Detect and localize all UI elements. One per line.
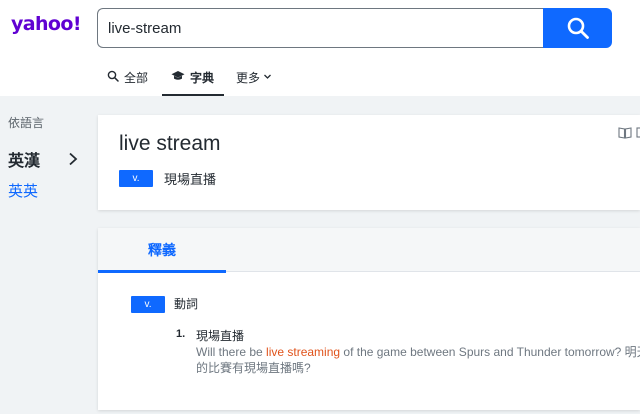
sidebar-item-english-english[interactable]: 英英	[8, 180, 38, 201]
search-tabs: 全部 字典 更多	[98, 60, 284, 96]
pos-label: 動詞	[174, 297, 199, 311]
search-input[interactable]	[98, 9, 543, 47]
copy-icon[interactable]	[636, 126, 640, 139]
sense-number: 1.	[176, 328, 186, 340]
search-box[interactable]	[97, 8, 543, 48]
example-text-after: of the game between Spurs and Thunder to…	[340, 345, 640, 359]
tab-more[interactable]: 更多	[224, 60, 284, 96]
book-icon[interactable]	[618, 126, 632, 139]
search-icon	[107, 69, 119, 83]
chevron-down-icon	[263, 69, 272, 83]
short-definition: 現場直播	[164, 172, 217, 187]
example-english: Will there be live streaming of the game…	[196, 344, 640, 360]
yahoo-logo[interactable]: yahoo!	[11, 13, 82, 35]
example-chinese: 的比賽有現場直播嗎?	[196, 361, 311, 375]
definition-card: 釋義 v. 動詞 1. 現場直播 Will there be live stre…	[98, 228, 640, 410]
tab-dictionary-label: 字典	[190, 71, 215, 85]
example-text-before: Will there be	[196, 345, 267, 359]
sidebar-item-label: 英漢	[8, 153, 41, 170]
pos-badge: v.	[131, 296, 165, 313]
sidebar-title: 依語言	[8, 116, 45, 130]
tab-definition[interactable]: 釋義	[98, 228, 226, 273]
tab-all[interactable]: 全部	[98, 60, 162, 96]
definition-tabbar: 釋義	[98, 228, 640, 273]
tab-dictionary[interactable]: 字典	[162, 60, 224, 96]
tab-more-label: 更多	[236, 71, 261, 85]
tab-all-label: 全部	[124, 71, 149, 85]
chevron-right-icon	[69, 152, 78, 166]
pos-badge: v.	[119, 170, 153, 187]
entry-card: live stream v. 現場直播	[98, 115, 640, 210]
headword: live stream	[119, 132, 221, 155]
sidebar-item-english-chinese[interactable]: 英漢	[8, 147, 78, 171]
graduation-cap-icon	[171, 69, 185, 83]
search-button[interactable]	[543, 8, 612, 48]
card-tools	[618, 126, 640, 139]
sense-definition: 現場直播	[196, 329, 245, 343]
example-highlight: live streaming	[266, 345, 341, 359]
search-icon	[567, 17, 589, 39]
sense-example: Will there be live streaming of the game…	[196, 344, 640, 376]
header: yahoo! 全部 字典	[0, 0, 640, 96]
